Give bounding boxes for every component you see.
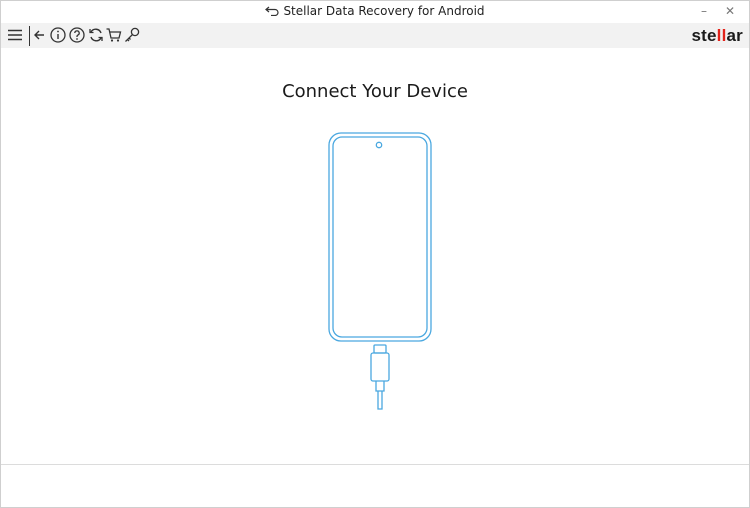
toolbar: stellar [1, 23, 749, 48]
logo-text-highlight: ll [716, 26, 727, 45]
window-title: Stellar Data Recovery for Android [1, 4, 749, 19]
app-window: Stellar Data Recovery for Android – ✕ st… [0, 0, 750, 508]
close-button[interactable]: ✕ [721, 3, 739, 19]
minimize-button[interactable]: – [695, 3, 713, 19]
cart-icon[interactable] [105, 26, 123, 44]
page-title: Connect Your Device [282, 81, 468, 102]
back-arrow-icon[interactable] [31, 26, 49, 44]
key-icon[interactable] [123, 26, 141, 44]
phone-usb-illustration [321, 126, 441, 426]
window-title-text: Stellar Data Recovery for Android [283, 4, 485, 18]
info-icon[interactable] [49, 26, 67, 44]
toolbar-divider [29, 26, 30, 46]
phone-icon [328, 132, 432, 410]
menu-icon[interactable] [6, 26, 24, 44]
logo-text-prefix: ste [691, 26, 717, 45]
footer-bar [1, 465, 749, 507]
stellar-logo: stellar [691, 26, 743, 46]
swap-arrows-icon [265, 5, 279, 19]
title-bar: Stellar Data Recovery for Android – ✕ [1, 1, 749, 23]
help-icon[interactable] [68, 26, 86, 44]
refresh-icon[interactable] [87, 26, 105, 44]
logo-text-suffix: ar [726, 26, 743, 45]
